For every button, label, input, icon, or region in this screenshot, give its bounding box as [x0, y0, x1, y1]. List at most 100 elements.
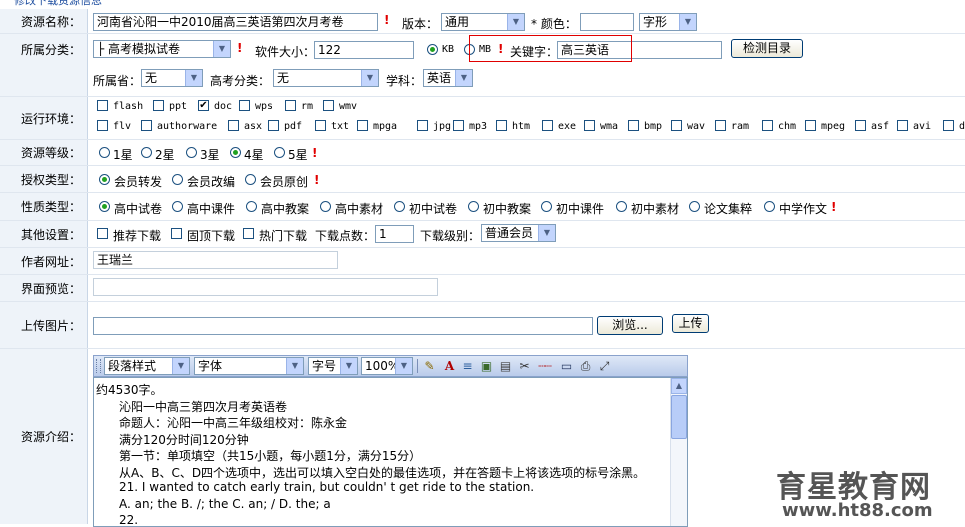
- env-label-txt: txt: [331, 121, 350, 132]
- color-input[interactable]: [580, 13, 634, 31]
- image-icon[interactable]: ▣: [479, 359, 494, 374]
- level-radio-5[interactable]: [274, 147, 285, 158]
- env-checkbox-wmv[interactable]: [323, 100, 334, 111]
- env-checkbox-authorware[interactable]: [141, 120, 152, 131]
- auth-radio-3[interactable]: [245, 174, 256, 185]
- maximize-icon[interactable]: ⤢: [597, 359, 612, 374]
- label-env: 运行环境：: [0, 97, 88, 139]
- version-value: 通用: [445, 15, 470, 29]
- align-icon[interactable]: ≡: [460, 359, 475, 374]
- nature-radio-5[interactable]: [394, 201, 405, 212]
- level-radio-1[interactable]: [99, 147, 110, 158]
- table-icon[interactable]: ▤: [498, 359, 513, 374]
- author-url-input[interactable]: 王瑞兰: [93, 251, 338, 269]
- scroll-thumb[interactable]: [671, 395, 687, 439]
- env-checkbox-wma[interactable]: [584, 120, 595, 131]
- env-checkbox-avi[interactable]: [897, 120, 908, 131]
- nature-radio-10[interactable]: [764, 201, 775, 212]
- gaokao-select[interactable]: 无 ▼: [273, 69, 379, 87]
- env-checkbox-exe[interactable]: [542, 120, 553, 131]
- env-checkbox-ram[interactable]: [715, 120, 726, 131]
- nature-radio-6[interactable]: [468, 201, 479, 212]
- env-checkbox-jpg[interactable]: [417, 120, 428, 131]
- upload-path-input[interactable]: [93, 317, 593, 335]
- env-checkbox-mpga[interactable]: [357, 120, 368, 131]
- label-auth: 授权类型：: [0, 166, 88, 192]
- province-label: 所属省：: [93, 74, 142, 88]
- download-level-select[interactable]: 普通会员 ▼: [481, 224, 556, 242]
- env-checkbox-ppt[interactable]: [153, 100, 164, 111]
- gaokao-label: 高考分类：: [210, 74, 271, 88]
- download-level-value: 普通会员: [485, 226, 534, 240]
- category-value: ├ 高考模拟试卷: [97, 42, 181, 56]
- env-checkbox-flv[interactable]: [97, 120, 108, 131]
- env-checkbox-pdf[interactable]: [268, 120, 279, 131]
- env-checkbox-d[interactable]: [943, 120, 954, 131]
- kb-radio[interactable]: [427, 44, 438, 55]
- version-select[interactable]: 通用 ▼: [441, 13, 525, 31]
- recommend-checkbox[interactable]: [97, 228, 108, 239]
- auth-label-2: 会员改编: [187, 175, 236, 189]
- env-checkbox-doc[interactable]: ✔: [198, 100, 209, 111]
- highlight-box: [469, 35, 632, 62]
- rule-icon[interactable]: ┈┈: [537, 359, 552, 374]
- level-radio-3[interactable]: [186, 147, 197, 158]
- env-checkbox-rm[interactable]: [285, 100, 296, 111]
- subject-select[interactable]: 英语 ▼: [423, 69, 473, 87]
- env-checkbox-asx[interactable]: [228, 120, 239, 131]
- font-color-icon[interactable]: A: [442, 359, 457, 374]
- auth-radio-2[interactable]: [172, 174, 183, 185]
- editor-scrollbar[interactable]: ▲: [670, 378, 687, 526]
- editor-line: 21. I wanted to catch early train, but c…: [119, 480, 535, 494]
- env-label-htm: htm: [512, 121, 531, 132]
- category-select[interactable]: ├ 高考模拟试卷 ▼: [93, 40, 231, 58]
- env-checkbox-mpeg[interactable]: [805, 120, 816, 131]
- chevron-down-icon: ▼: [455, 70, 472, 86]
- env-label-flv: flv: [113, 121, 132, 132]
- env-checkbox-mp3[interactable]: [453, 120, 464, 131]
- size-input[interactable]: 122: [314, 41, 414, 59]
- hot-checkbox[interactable]: [243, 228, 254, 239]
- edit-icon[interactable]: ✎: [422, 359, 437, 374]
- env-checkbox-htm[interactable]: [496, 120, 507, 131]
- env-label-wav: wav: [687, 121, 706, 132]
- browse-button[interactable]: 浏览...: [597, 316, 663, 335]
- font-style-select[interactable]: 字形 ▼: [639, 13, 697, 31]
- env-checkbox-bmp[interactable]: [628, 120, 639, 131]
- env-checkbox-flash[interactable]: [97, 100, 108, 111]
- label-name: 资源名称：: [0, 9, 88, 33]
- nature-radio-7[interactable]: [541, 201, 552, 212]
- font-size-select[interactable]: 字号 ▼: [308, 357, 358, 375]
- nature-radio-1[interactable]: [99, 201, 110, 212]
- nature-radio-3[interactable]: [246, 201, 257, 212]
- preview-input[interactable]: [93, 278, 438, 296]
- upload-button[interactable]: 上传: [672, 314, 709, 333]
- zoom-select[interactable]: 100% ▼: [361, 357, 413, 375]
- editor-content[interactable]: 约4530字。 沁阳一中高三第四次月考英语卷 命题人：沁阳一中高三年级组校对：陈永金…: [93, 377, 688, 527]
- window-icon[interactable]: ▭: [559, 359, 574, 374]
- env-checkbox-asf[interactable]: [855, 120, 866, 131]
- title-input[interactable]: 河南省沁阳一中2010届高三英语第四次月考卷: [93, 13, 378, 31]
- pin-checkbox[interactable]: [171, 228, 182, 239]
- env-checkbox-wps[interactable]: [239, 100, 250, 111]
- points-input[interactable]: 1: [375, 225, 414, 243]
- tools-icon[interactable]: ✂: [517, 359, 532, 374]
- subject-value: 英语: [427, 71, 452, 85]
- check-directory-button[interactable]: 检测目录: [731, 39, 803, 58]
- env-checkbox-chm[interactable]: [762, 120, 773, 131]
- level-radio-4[interactable]: [230, 147, 241, 158]
- scroll-up-icon[interactable]: ▲: [671, 378, 687, 394]
- nature-radio-4[interactable]: [320, 201, 331, 212]
- auth-radio-1[interactable]: [99, 174, 110, 185]
- nature-radio-2[interactable]: [172, 201, 183, 212]
- env-checkbox-txt[interactable]: [315, 120, 326, 131]
- nature-radio-9[interactable]: [689, 201, 700, 212]
- nature-radio-8[interactable]: [616, 201, 627, 212]
- env-checkbox-wav[interactable]: [671, 120, 682, 131]
- print-icon[interactable]: ⎙: [578, 359, 593, 374]
- province-select[interactable]: 无 ▼: [141, 69, 203, 87]
- font-select[interactable]: 字体 ▼: [194, 357, 304, 375]
- editor-line: 约4530字。: [96, 383, 163, 397]
- level-radio-2[interactable]: [141, 147, 152, 158]
- paragraph-style-select[interactable]: 段落样式 ▼: [104, 357, 190, 375]
